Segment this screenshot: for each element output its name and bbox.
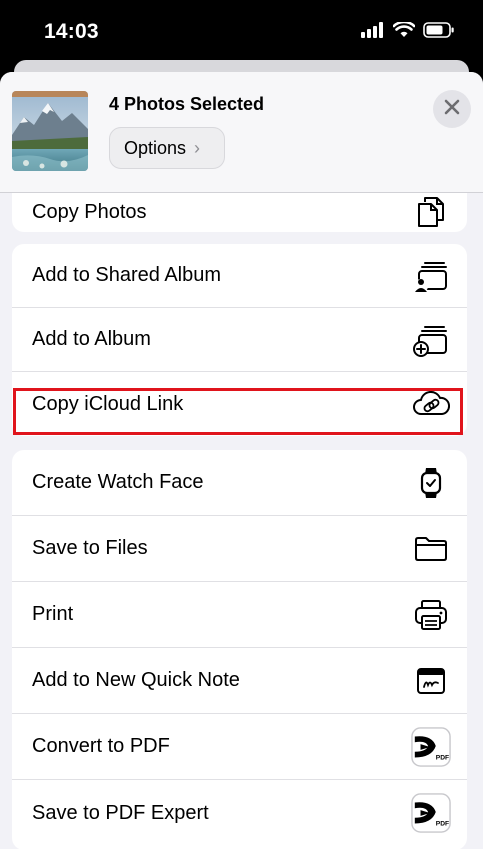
action-label: Add to Album (32, 328, 151, 350)
action-label: Print (32, 603, 74, 625)
status-icons (361, 20, 455, 43)
action-create-watch-face[interactable]: Create Watch Face (12, 450, 467, 516)
pdf-badge-text: PDF (436, 754, 449, 761)
close-button[interactable] (433, 90, 471, 128)
add-album-icon (411, 320, 451, 360)
options-button[interactable]: Options › (109, 127, 225, 169)
action-print[interactable]: Print (12, 582, 467, 648)
pdf-badge-text: PDF (436, 820, 449, 827)
action-group-albums: Add to Shared Album Add to Album Copy iC… (12, 244, 467, 436)
options-label: Options (124, 137, 187, 158)
action-label: Convert to PDF (32, 735, 170, 757)
action-save-to-pdf-expert[interactable]: Save to PDF Expert PDF (12, 780, 467, 846)
pdf-expert-icon: PDF (411, 793, 451, 833)
action-label: Add to New Quick Note (32, 669, 240, 691)
shared-album-icon (411, 256, 451, 296)
icloud-link-icon (411, 384, 451, 424)
wifi-icon (392, 20, 416, 43)
status-bar: 14:03 (0, 0, 483, 64)
folder-icon (411, 529, 451, 569)
battery-icon (423, 22, 455, 43)
action-convert-to-pdf[interactable]: Convert to PDF PDF (12, 714, 467, 780)
action-label: Copy iCloud Link (32, 392, 184, 415)
cellular-signal-icon (361, 22, 385, 43)
selection-title: 4 Photos Selected (109, 94, 265, 114)
action-group-more: Create Watch Face Save to Files Print Ad… (12, 450, 467, 849)
action-label: Create Watch Face (32, 471, 204, 493)
action-label: Add to Shared Album (32, 264, 222, 286)
screen: 14:03 4 Photos Selected Options › Copy P… (0, 0, 483, 849)
copy-icon (411, 192, 451, 232)
action-add-to-new-quick-note[interactable]: Add to New Quick Note (12, 648, 467, 714)
action-label: Save to Files (32, 537, 148, 559)
pdf-app-icon: PDF (411, 726, 451, 767)
action-label: Copy Photos (32, 200, 147, 223)
action-label: Save to PDF Expert (32, 801, 209, 824)
action-add-to-shared-album[interactable]: Add to Shared Album (12, 244, 467, 308)
quick-note-icon (411, 661, 451, 701)
action-copy-icloud-link[interactable]: Copy iCloud Link (12, 372, 467, 436)
close-icon (444, 99, 460, 120)
photo-thumbnail (12, 91, 88, 171)
action-add-to-album[interactable]: Add to Album (12, 308, 467, 372)
watch-icon (411, 463, 451, 503)
action-save-to-files[interactable]: Save to Files (12, 516, 467, 582)
status-time: 14:03 (44, 20, 99, 43)
share-sheet-header: 4 Photos Selected Options › (0, 72, 483, 193)
chevron-right-icon: › (194, 137, 201, 158)
printer-icon (411, 595, 451, 635)
share-sheet: 4 Photos Selected Options › Copy Photos (0, 72, 483, 849)
